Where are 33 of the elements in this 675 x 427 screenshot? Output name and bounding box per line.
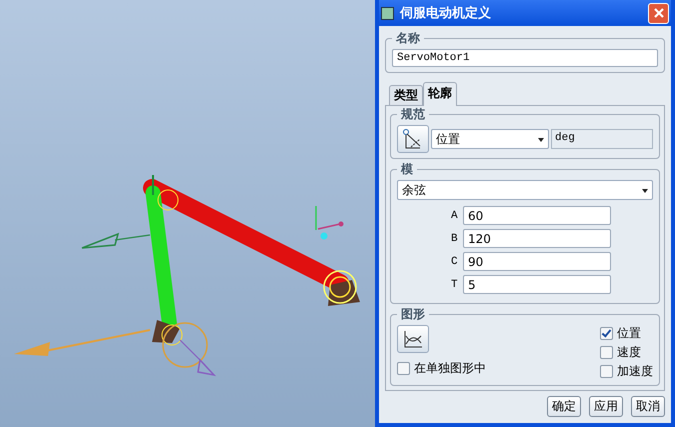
- graph-button[interactable]: [397, 325, 429, 353]
- group-label: 名称: [394, 30, 421, 47]
- param-label: B: [451, 232, 459, 244]
- checkbox[interactable]: 位置: [600, 325, 653, 342]
- window-title: 伺服电动机定义: [400, 4, 492, 22]
- tab[interactable]: 轮廓: [423, 82, 457, 106]
- group-label: 规范: [400, 106, 426, 123]
- dialog-button[interactable]: 取消: [631, 396, 665, 417]
- function-dropdown[interactable]: 余弦: [397, 180, 653, 200]
- param-field[interactable]: 90: [463, 252, 611, 271]
- name-field[interactable]: ServoMotor1: [392, 49, 658, 67]
- param-field[interactable]: 60: [463, 206, 611, 225]
- tab[interactable]: 类型: [389, 85, 423, 105]
- param-label: C: [451, 256, 459, 268]
- graph-icon: [402, 328, 424, 350]
- spec-tool-button[interactable]: [397, 125, 429, 153]
- dialog-button[interactable]: 确定: [547, 396, 581, 417]
- checkbox[interactable]: 速度: [600, 344, 653, 361]
- dialog-button[interactable]: 应用: [589, 396, 623, 417]
- unit-field: deg: [551, 129, 653, 149]
- checkbox[interactable]: 加速度: [600, 363, 653, 380]
- group-label: 图形: [400, 306, 426, 323]
- close-button[interactable]: [648, 2, 669, 24]
- checkbox[interactable]: 在单独图形中: [397, 360, 486, 377]
- model-viewport[interactable]: [0, 0, 375, 427]
- param-field[interactable]: 5: [463, 275, 611, 294]
- group-label: 模: [400, 161, 414, 178]
- param-label: A: [451, 210, 459, 222]
- window-icon: [381, 6, 394, 20]
- quantity-dropdown[interactable]: 位置: [431, 129, 549, 149]
- close-icon: [654, 8, 664, 18]
- param-label: T: [451, 278, 459, 290]
- param-field[interactable]: 120: [463, 229, 611, 248]
